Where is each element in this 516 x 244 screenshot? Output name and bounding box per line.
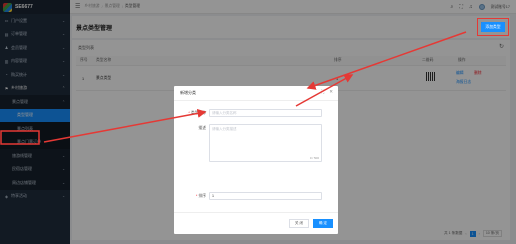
dialog-divider bbox=[174, 100, 338, 101]
page-header-overlay-layer: 添加类型 bbox=[72, 16, 510, 38]
description-textarea[interactable]: 请输入分类描述 0 / 500 bbox=[209, 124, 322, 162]
add-type-button-visible[interactable]: 添加类型 bbox=[481, 22, 505, 32]
modal-backdrop-top[interactable] bbox=[70, 0, 516, 14]
sort-label: *排序 bbox=[195, 194, 206, 198]
modal-backdrop-sidebar[interactable] bbox=[0, 0, 70, 244]
add-type-dialog: 新增分类 ⛶ ✕ *类型名称 请输入分类名称 描述 请输入分类描述 0 / 50… bbox=[174, 86, 338, 234]
type-name-label: *类型名称 bbox=[188, 111, 206, 115]
description-label: 描述 bbox=[198, 126, 206, 130]
required-mark: * bbox=[188, 111, 190, 115]
type-name-input[interactable]: 请输入分类名称 bbox=[209, 109, 322, 117]
dialog-title: 新增分类 bbox=[180, 90, 196, 95]
close-button[interactable]: 关 闭 bbox=[289, 219, 309, 228]
dialog-footer-divider bbox=[174, 212, 338, 213]
dialog-controls: ⛶ ✕ bbox=[321, 89, 333, 95]
description-placeholder: 请输入分类描述 bbox=[212, 127, 237, 131]
sort-input[interactable]: 1 bbox=[209, 192, 322, 200]
char-counter: 0 / 500 bbox=[309, 156, 319, 160]
confirm-button[interactable]: 确 定 bbox=[313, 219, 333, 228]
close-icon[interactable]: ✕ bbox=[329, 89, 333, 95]
maximize-icon[interactable]: ⛶ bbox=[321, 89, 324, 95]
